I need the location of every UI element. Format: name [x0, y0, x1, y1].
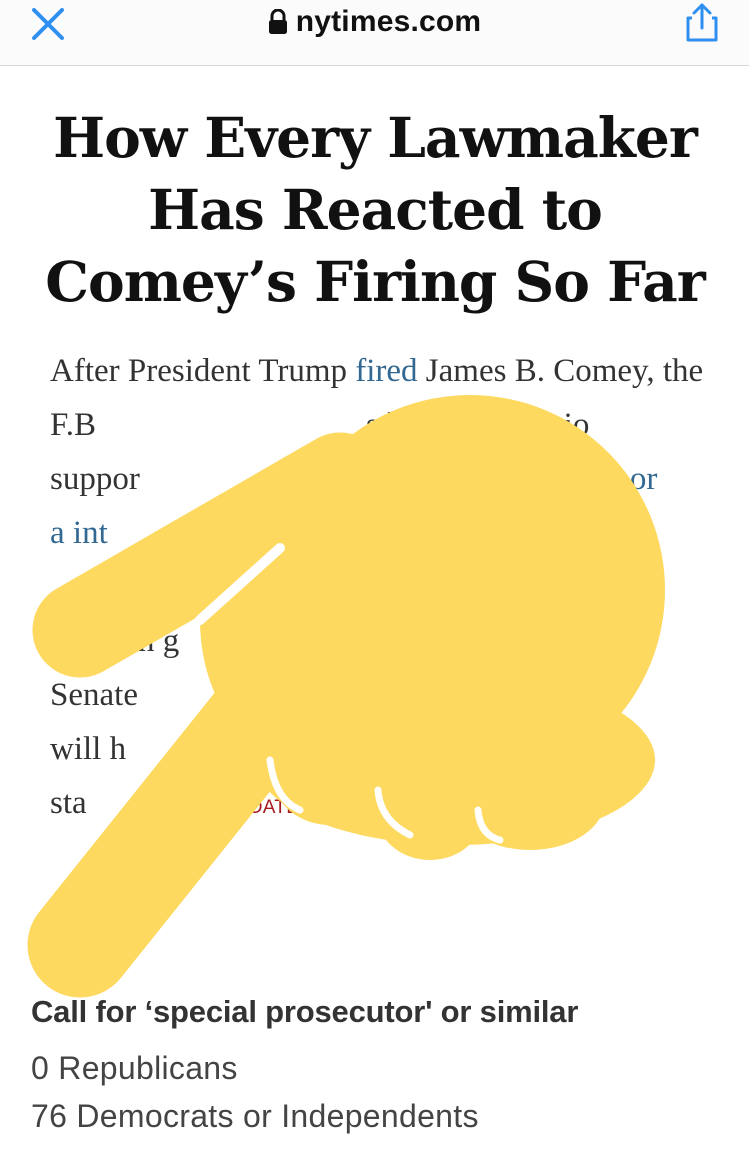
tally-heading: Call for ‘special prosecutor' or similar — [31, 994, 579, 1029]
paragraph-text: ed — [206, 731, 238, 767]
republicans-count: 0 Republicans — [31, 1050, 238, 1086]
url-text: nytimes.com — [295, 5, 482, 38]
article-link[interactable]: or — [630, 461, 658, 497]
democrats-count: 76 Democrats or Independents — [31, 1098, 479, 1134]
article-paragraph: After President Trump fired James B. Com… — [50, 344, 710, 835]
paragraph-text: s. — [186, 785, 208, 821]
paragraph-text: sday, Congressio — [365, 407, 590, 443]
paragraph-text: he — [497, 515, 529, 551]
paragraph-text: Senate — [50, 677, 138, 713]
paragraph-text: will h — [50, 731, 127, 767]
article-headline: How Every Lawmaker Has Reacted to Comey’… — [45, 105, 706, 314]
share-icon — [686, 3, 718, 42]
updated-time: Wednesday, 3:15 p.m. — [321, 796, 499, 818]
updated-label: UPDATED — [221, 797, 314, 818]
paragraph-text: suppor — [50, 461, 140, 497]
browser-top-bar: nytimes.com — [0, 0, 749, 66]
share-button[interactable] — [680, 2, 724, 42]
article-link[interactable]: a i — [50, 515, 82, 551]
paragraph-text: After President Trump — [50, 353, 356, 389]
fired-link[interactable]: fired — [355, 353, 417, 389]
paragraph-text: sta — [50, 785, 87, 821]
lock-icon — [268, 9, 287, 34]
paragraph-text: ge — [557, 677, 590, 713]
address-bar[interactable]: nytimes.com — [0, 2, 749, 42]
article-link[interactable]: nt — [82, 515, 108, 551]
paragraph-text: Russian g — [50, 623, 180, 659]
paragraph-text: cer — [190, 569, 231, 605]
paragraph-text: ng — [609, 623, 643, 659]
